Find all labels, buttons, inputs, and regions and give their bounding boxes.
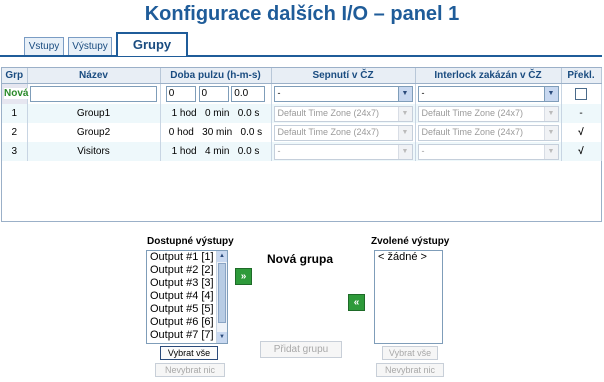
row-override: √ (561, 123, 602, 142)
col-override: Překl. (561, 68, 602, 84)
tab-groups[interactable]: Grupy (116, 32, 188, 56)
chevron-down-icon: ▼ (397, 106, 412, 121)
new-row-label: Nová (4, 88, 29, 100)
row-override: - (561, 104, 602, 123)
col-interlock-timezone: Interlock zakázán v ČZ (415, 68, 562, 84)
scroll-thumb[interactable] (218, 263, 226, 323)
row-on-timezone-select: Default Time Zone (24x7) ▼ (273, 105, 413, 122)
table-row[interactable]: 2 Group2 0 hod 30 min 0.0 s Default Time… (2, 123, 602, 142)
new-pulse-cell (160, 83, 272, 104)
new-on-cell: - ▼ (271, 83, 416, 104)
table-row[interactable]: 3 Visitors 1 hod 4 min 0.0 s - ▼ - ▼ √ (2, 142, 602, 161)
available-outputs-label: Dostupné výstupy (147, 236, 234, 247)
col-pulse: Doba pulzu (h-m-s) (160, 68, 272, 84)
tab-underline (0, 55, 602, 57)
tab-inputs[interactable]: Vstupy (24, 37, 64, 56)
new-interlock-timezone-select[interactable]: - ▼ (417, 85, 559, 102)
add-group-button[interactable]: Přidat grupu (260, 341, 342, 358)
scroll-down-icon[interactable]: ▼ (217, 332, 227, 343)
groups-table-panel: Grp Název Doba pulzu (h-m-s) Sepnutí v Č… (1, 67, 602, 222)
row-grp: 1 (2, 104, 28, 123)
available-deselect-button[interactable]: Nevybrat nic (155, 363, 225, 377)
list-item[interactable]: Output #2 [2] (147, 264, 227, 277)
list-item[interactable]: Output #6 [6] (147, 316, 227, 329)
chevron-down-icon: ▼ (543, 106, 558, 121)
row-interlock-timezone-select: - ▼ (417, 143, 559, 160)
selected-deselect-button[interactable]: Nevybrat nic (376, 363, 444, 377)
list-item[interactable]: Output #5 [5] (147, 303, 227, 316)
row-interlock-cell: Default Time Zone (24x7) ▼ (415, 123, 562, 142)
new-interlock-cell: - ▼ (415, 83, 562, 104)
available-list-scrollbar[interactable]: ▲ ▼ (216, 251, 227, 343)
selected-outputs-list[interactable]: < žádné > (374, 250, 443, 344)
row-interlock-cell: - ▼ (415, 142, 562, 161)
row-interlock-timezone-select: Default Time Zone (24x7) ▼ (417, 124, 559, 141)
chevron-down-icon: ▼ (397, 125, 412, 140)
groups-table: Grp Název Doba pulzu (h-m-s) Sepnutí v Č… (2, 68, 602, 161)
scroll-up-icon[interactable]: ▲ (217, 251, 227, 262)
row-name: Visitors (27, 142, 161, 161)
list-item[interactable]: < žádné > (375, 251, 442, 264)
selected-value: - (277, 145, 281, 156)
new-group-title: Nová grupa (267, 252, 334, 266)
list-item[interactable]: Output #3 [3] (147, 277, 227, 290)
chevron-down-icon: ▼ (543, 125, 558, 140)
remove-from-group-arrow-icon[interactable]: « (348, 294, 365, 311)
new-name-cell (27, 83, 161, 104)
pulse-seconds-input[interactable] (231, 85, 266, 102)
new-group-row: Nová -▼ -▼ (2, 83, 602, 104)
row-on-cell: Default Time Zone (24x7) ▼ (271, 123, 416, 142)
chevron-down-icon[interactable]: ▼ (543, 86, 558, 101)
col-on-timezone: Sepnutí v ČZ (271, 68, 416, 84)
row-interlock-cell: Default Time Zone (24x7) ▼ (415, 104, 562, 123)
row-name: Group1 (27, 104, 161, 123)
new-group-name-input[interactable] (30, 85, 157, 102)
row-on-cell: - ▼ (271, 142, 416, 161)
row-on-timezone-select: Default Time Zone (24x7) ▼ (273, 124, 413, 141)
selected-value: Default Time Zone (24x7) (277, 126, 380, 137)
table-row[interactable]: 1 Group1 1 hod 0 min 0.0 s Default Time … (2, 104, 602, 123)
add-to-group-arrow-icon[interactable]: » (235, 268, 252, 285)
row-pulse: 0 hod 30 min 0.0 s (160, 123, 272, 142)
selected-value: - (277, 87, 281, 98)
override-checkbox[interactable] (575, 87, 587, 100)
available-select-all-button[interactable]: Vybrat vše (160, 346, 218, 360)
pulse-hours-input[interactable] (165, 85, 196, 102)
row-grp: 3 (2, 142, 28, 161)
row-on-timezone-select: - ▼ (273, 143, 413, 160)
selected-value: - (421, 87, 425, 98)
selected-select-all-button[interactable]: Vybrat vše (382, 346, 438, 360)
new-row-label-cell: Nová (2, 83, 29, 104)
col-grp: Grp (2, 68, 28, 84)
selected-value: Default Time Zone (24x7) (421, 126, 524, 137)
selected-value: Default Time Zone (24x7) (277, 107, 380, 118)
row-name: Group2 (27, 123, 161, 142)
tab-outputs[interactable]: Výstupy (68, 37, 112, 56)
list-item[interactable]: Output #1 [1] (147, 251, 227, 264)
chevron-down-icon: ▼ (543, 144, 558, 159)
row-on-cell: Default Time Zone (24x7) ▼ (271, 104, 416, 123)
col-name: Název (27, 68, 161, 84)
row-pulse: 1 hod 4 min 0.0 s (160, 142, 272, 161)
row-interlock-timezone-select: Default Time Zone (24x7) ▼ (417, 105, 559, 122)
selected-value: - (421, 145, 425, 156)
list-item[interactable]: Output #7 [7] (147, 329, 227, 342)
chevron-down-icon: ▼ (397, 144, 412, 159)
list-item[interactable]: Output #4 [4] (147, 290, 227, 303)
row-grp: 2 (2, 123, 28, 142)
chevron-down-icon[interactable]: ▼ (397, 86, 412, 101)
page-title: Konfigurace dalších I/O – panel 1 (144, 3, 460, 25)
row-pulse: 1 hod 0 min 0.0 s (160, 104, 272, 123)
new-on-timezone-select[interactable]: - ▼ (273, 85, 413, 102)
pulse-minutes-input[interactable] (198, 85, 229, 102)
selected-value: Default Time Zone (24x7) (421, 107, 524, 118)
selected-outputs-label: Zvolené výstupy (371, 236, 450, 247)
table-header-row: Grp Název Doba pulzu (h-m-s) Sepnutí v Č… (2, 68, 602, 84)
row-override: √ (561, 142, 602, 161)
available-outputs-list[interactable]: Output #1 [1] Output #2 [2] Output #3 [3… (146, 250, 228, 344)
new-override-cell (561, 83, 602, 104)
